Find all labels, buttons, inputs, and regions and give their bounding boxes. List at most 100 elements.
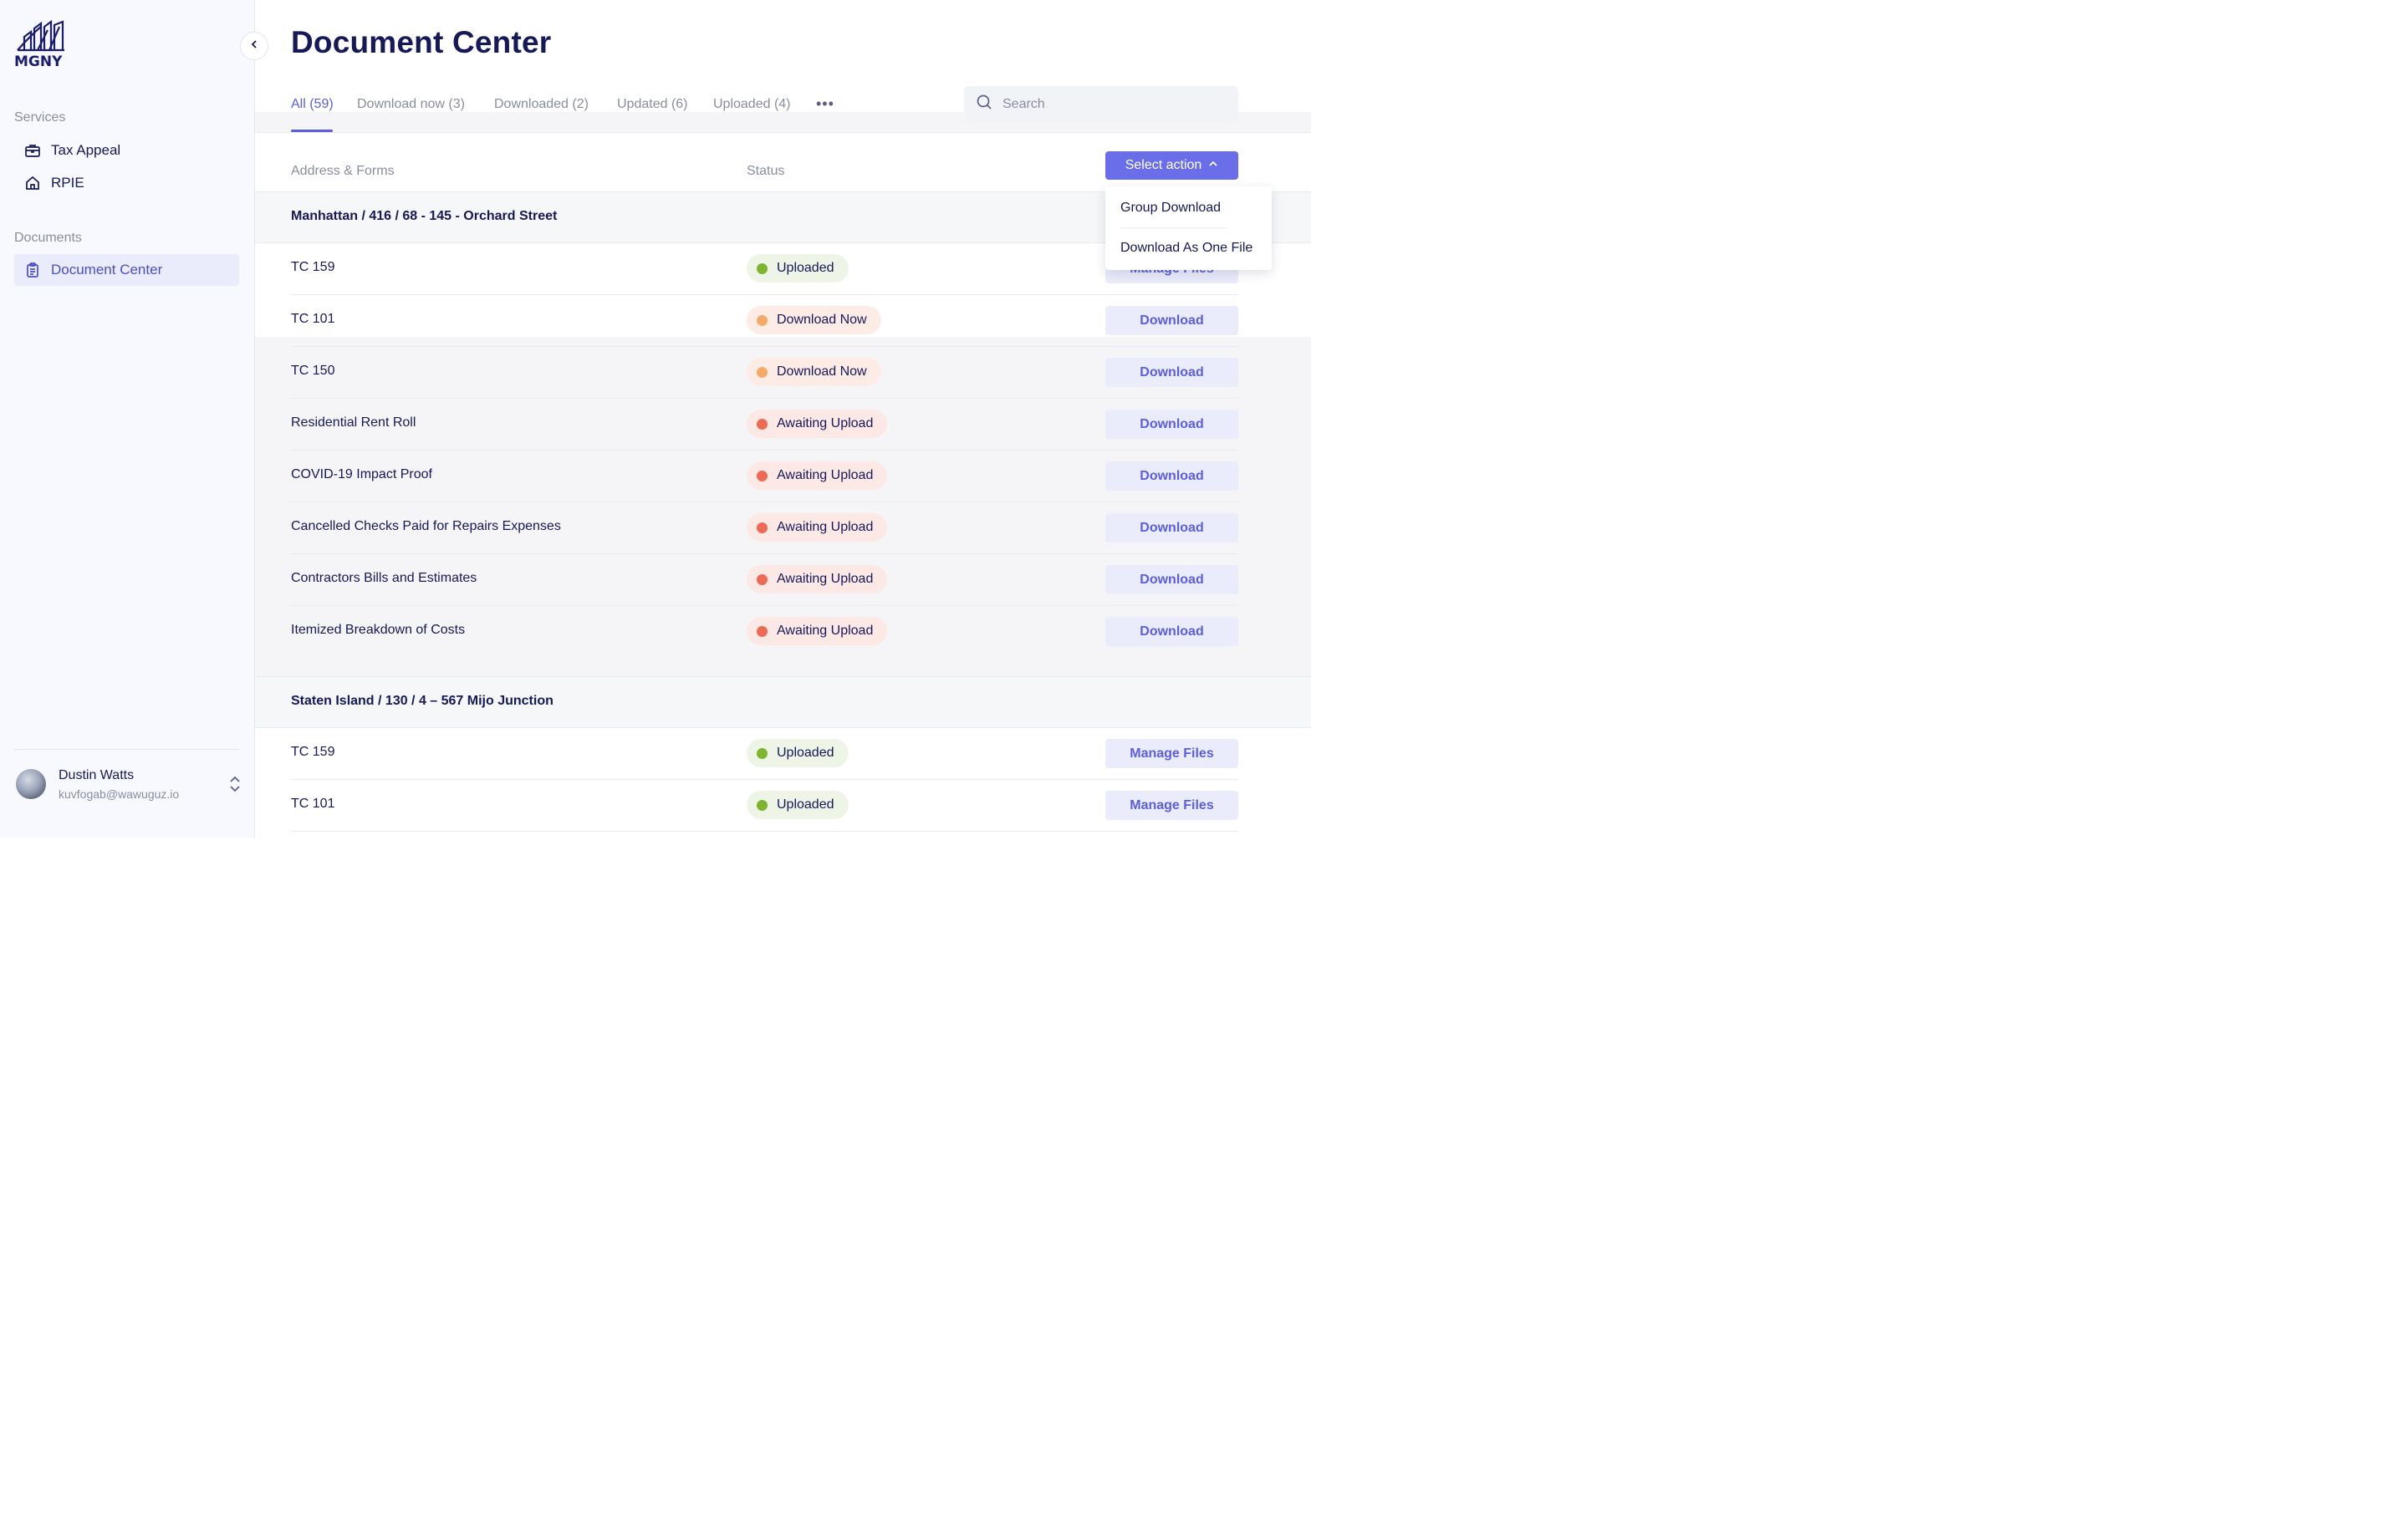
search-box[interactable]: [964, 86, 1238, 122]
status-dot: [757, 314, 768, 326]
table-row: Itemized Breakdown of Costs Awaiting Upl…: [291, 606, 1238, 658]
select-action-dropdown: Group Download Download As One File: [1105, 186, 1272, 270]
manage-files-button[interactable]: Manage Files: [1105, 739, 1238, 768]
sidebar-item-document-center[interactable]: Document Center: [14, 254, 239, 286]
search-icon: [976, 94, 992, 115]
table-row: TC 101 Uploaded Manage Files: [291, 780, 1238, 832]
sidebar-item-label: Tax Appeal: [51, 142, 121, 158]
status-dot: [757, 366, 768, 378]
download-button[interactable]: Download: [1105, 461, 1238, 491]
manage-files-button[interactable]: Manage Files: [1105, 791, 1238, 820]
table-row: TC 101 Download Now Download: [291, 295, 1238, 347]
status-dot: [757, 799, 768, 811]
form-name: TC 101: [291, 312, 335, 326]
tab-uploaded[interactable]: Uploaded (4): [713, 97, 791, 112]
status-label: Uploaded: [777, 797, 834, 812]
menu-item-download-as-one-file[interactable]: Download As One File: [1120, 241, 1252, 256]
status-badge: Awaiting Upload: [747, 513, 888, 542]
status-label: Awaiting Upload: [777, 416, 874, 430]
column-header-status: Status: [747, 164, 785, 178]
user-menu[interactable]: Dustin Watts kuvfogab@wawuguz.io: [16, 767, 242, 807]
status-badge: Uploaded: [747, 791, 849, 819]
status-badge: Uploaded: [747, 254, 849, 283]
download-button[interactable]: Download: [1105, 513, 1238, 542]
services-section-title: Services: [14, 110, 66, 125]
active-tab-indicator: [291, 130, 333, 132]
documents-section-title: Documents: [14, 231, 82, 245]
tab-download-now[interactable]: Download now (3): [357, 97, 465, 112]
status-label: Awaiting Upload: [777, 624, 874, 638]
sidebar-item-rpie[interactable]: RPIE: [14, 167, 239, 199]
menu-item-group-download[interactable]: Group Download: [1120, 201, 1221, 216]
status-dot: [757, 262, 768, 274]
status-label: Uploaded: [777, 746, 834, 760]
status-label: Download Now: [777, 313, 867, 327]
chevron-up-down-icon[interactable]: [228, 774, 242, 794]
avatar: [16, 769, 46, 799]
sidebar-item-tax-appeal[interactable]: Tax Appeal: [14, 135, 239, 166]
form-name: Itemized Breakdown of Costs: [291, 623, 466, 637]
download-button[interactable]: Download: [1105, 306, 1238, 335]
download-button[interactable]: Download: [1105, 410, 1238, 439]
status-badge: Download Now: [747, 306, 881, 334]
collapse-sidebar-button[interactable]: [240, 32, 268, 60]
address-group-header: Staten Island / 130 / 4 – 567 Mijo Junct…: [255, 676, 1311, 728]
form-name: TC 150: [291, 364, 335, 378]
user-name: Dustin Watts: [59, 768, 135, 782]
logo-text: MGNY: [14, 53, 63, 69]
chevron-left-icon: [249, 38, 259, 53]
sidebar: MGNY Services Tax Appeal RPIE Documents …: [0, 0, 255, 838]
status-dot: [757, 418, 768, 430]
form-name: Residential Rent Roll: [291, 415, 416, 430]
status-badge: Awaiting Upload: [747, 617, 888, 645]
form-name: TC 159: [291, 260, 335, 274]
status-dot: [757, 522, 768, 533]
status-dot: [757, 470, 768, 481]
table-row: TC 159 Uploaded Manage Files: [291, 728, 1238, 780]
page-title: Document Center: [291, 25, 552, 59]
search-input[interactable]: [1001, 95, 1222, 113]
download-button[interactable]: Download: [1105, 617, 1238, 646]
select-action-label: Select action: [1125, 158, 1202, 172]
status-label: Awaiting Upload: [777, 468, 874, 482]
table-row: TC 150 Download Now Download: [291, 347, 1238, 399]
table-row: Residential Rent Roll Awaiting Upload Do…: [291, 399, 1238, 451]
user-email: kuvfogab@wawuguz.io: [59, 787, 180, 801]
form-name: COVID-19 Impact Proof: [291, 467, 432, 481]
briefcase-icon: [24, 142, 41, 159]
status-badge: Awaiting Upload: [747, 461, 888, 490]
tabs-more-button[interactable]: •••: [816, 95, 834, 113]
status-label: Download Now: [777, 364, 867, 379]
status-badge: Awaiting Upload: [747, 410, 888, 438]
status-badge: Uploaded: [747, 739, 849, 767]
sidebar-item-label: RPIE: [51, 175, 84, 191]
form-name: TC 159: [291, 745, 335, 759]
select-action-button[interactable]: Select action: [1105, 151, 1238, 180]
sidebar-item-label: Document Center: [51, 262, 163, 278]
chevron-up-icon: [1208, 158, 1218, 173]
mgny-logo[interactable]: MGNY: [14, 19, 68, 70]
table-row: Cancelled Checks Paid for Repairs Expens…: [291, 502, 1238, 554]
tab-downloaded[interactable]: Downloaded (2): [494, 97, 589, 112]
status-dot: [757, 573, 768, 585]
status-badge: Download Now: [747, 358, 881, 386]
form-name: Cancelled Checks Paid for Repairs Expens…: [291, 519, 561, 533]
status-badge: Awaiting Upload: [747, 565, 888, 593]
column-header-address: Address & Forms: [291, 164, 395, 178]
logo-graphic: MGNY: [14, 19, 64, 70]
download-button[interactable]: Download: [1105, 565, 1238, 594]
form-name: Contractors Bills and Estimates: [291, 571, 477, 585]
sidebar-divider: [14, 749, 239, 750]
status-dot: [757, 625, 768, 637]
tab-all[interactable]: All (59): [291, 97, 334, 112]
menu-divider: [1120, 227, 1227, 228]
table-row: Contractors Bills and Estimates Awaiting…: [291, 554, 1238, 606]
table-row: COVID-19 Impact Proof Awaiting Upload Do…: [291, 451, 1238, 502]
status-dot: [757, 747, 768, 759]
address-title: Manhattan / 416 / 68 - 145 - Orchard Str…: [291, 209, 558, 223]
address-title: Staten Island / 130 / 4 – 567 Mijo Junct…: [291, 694, 554, 708]
status-label: Uploaded: [777, 261, 834, 275]
tab-updated[interactable]: Updated (6): [617, 97, 688, 112]
download-button[interactable]: Download: [1105, 358, 1238, 387]
clipboard-icon: [24, 262, 41, 278]
